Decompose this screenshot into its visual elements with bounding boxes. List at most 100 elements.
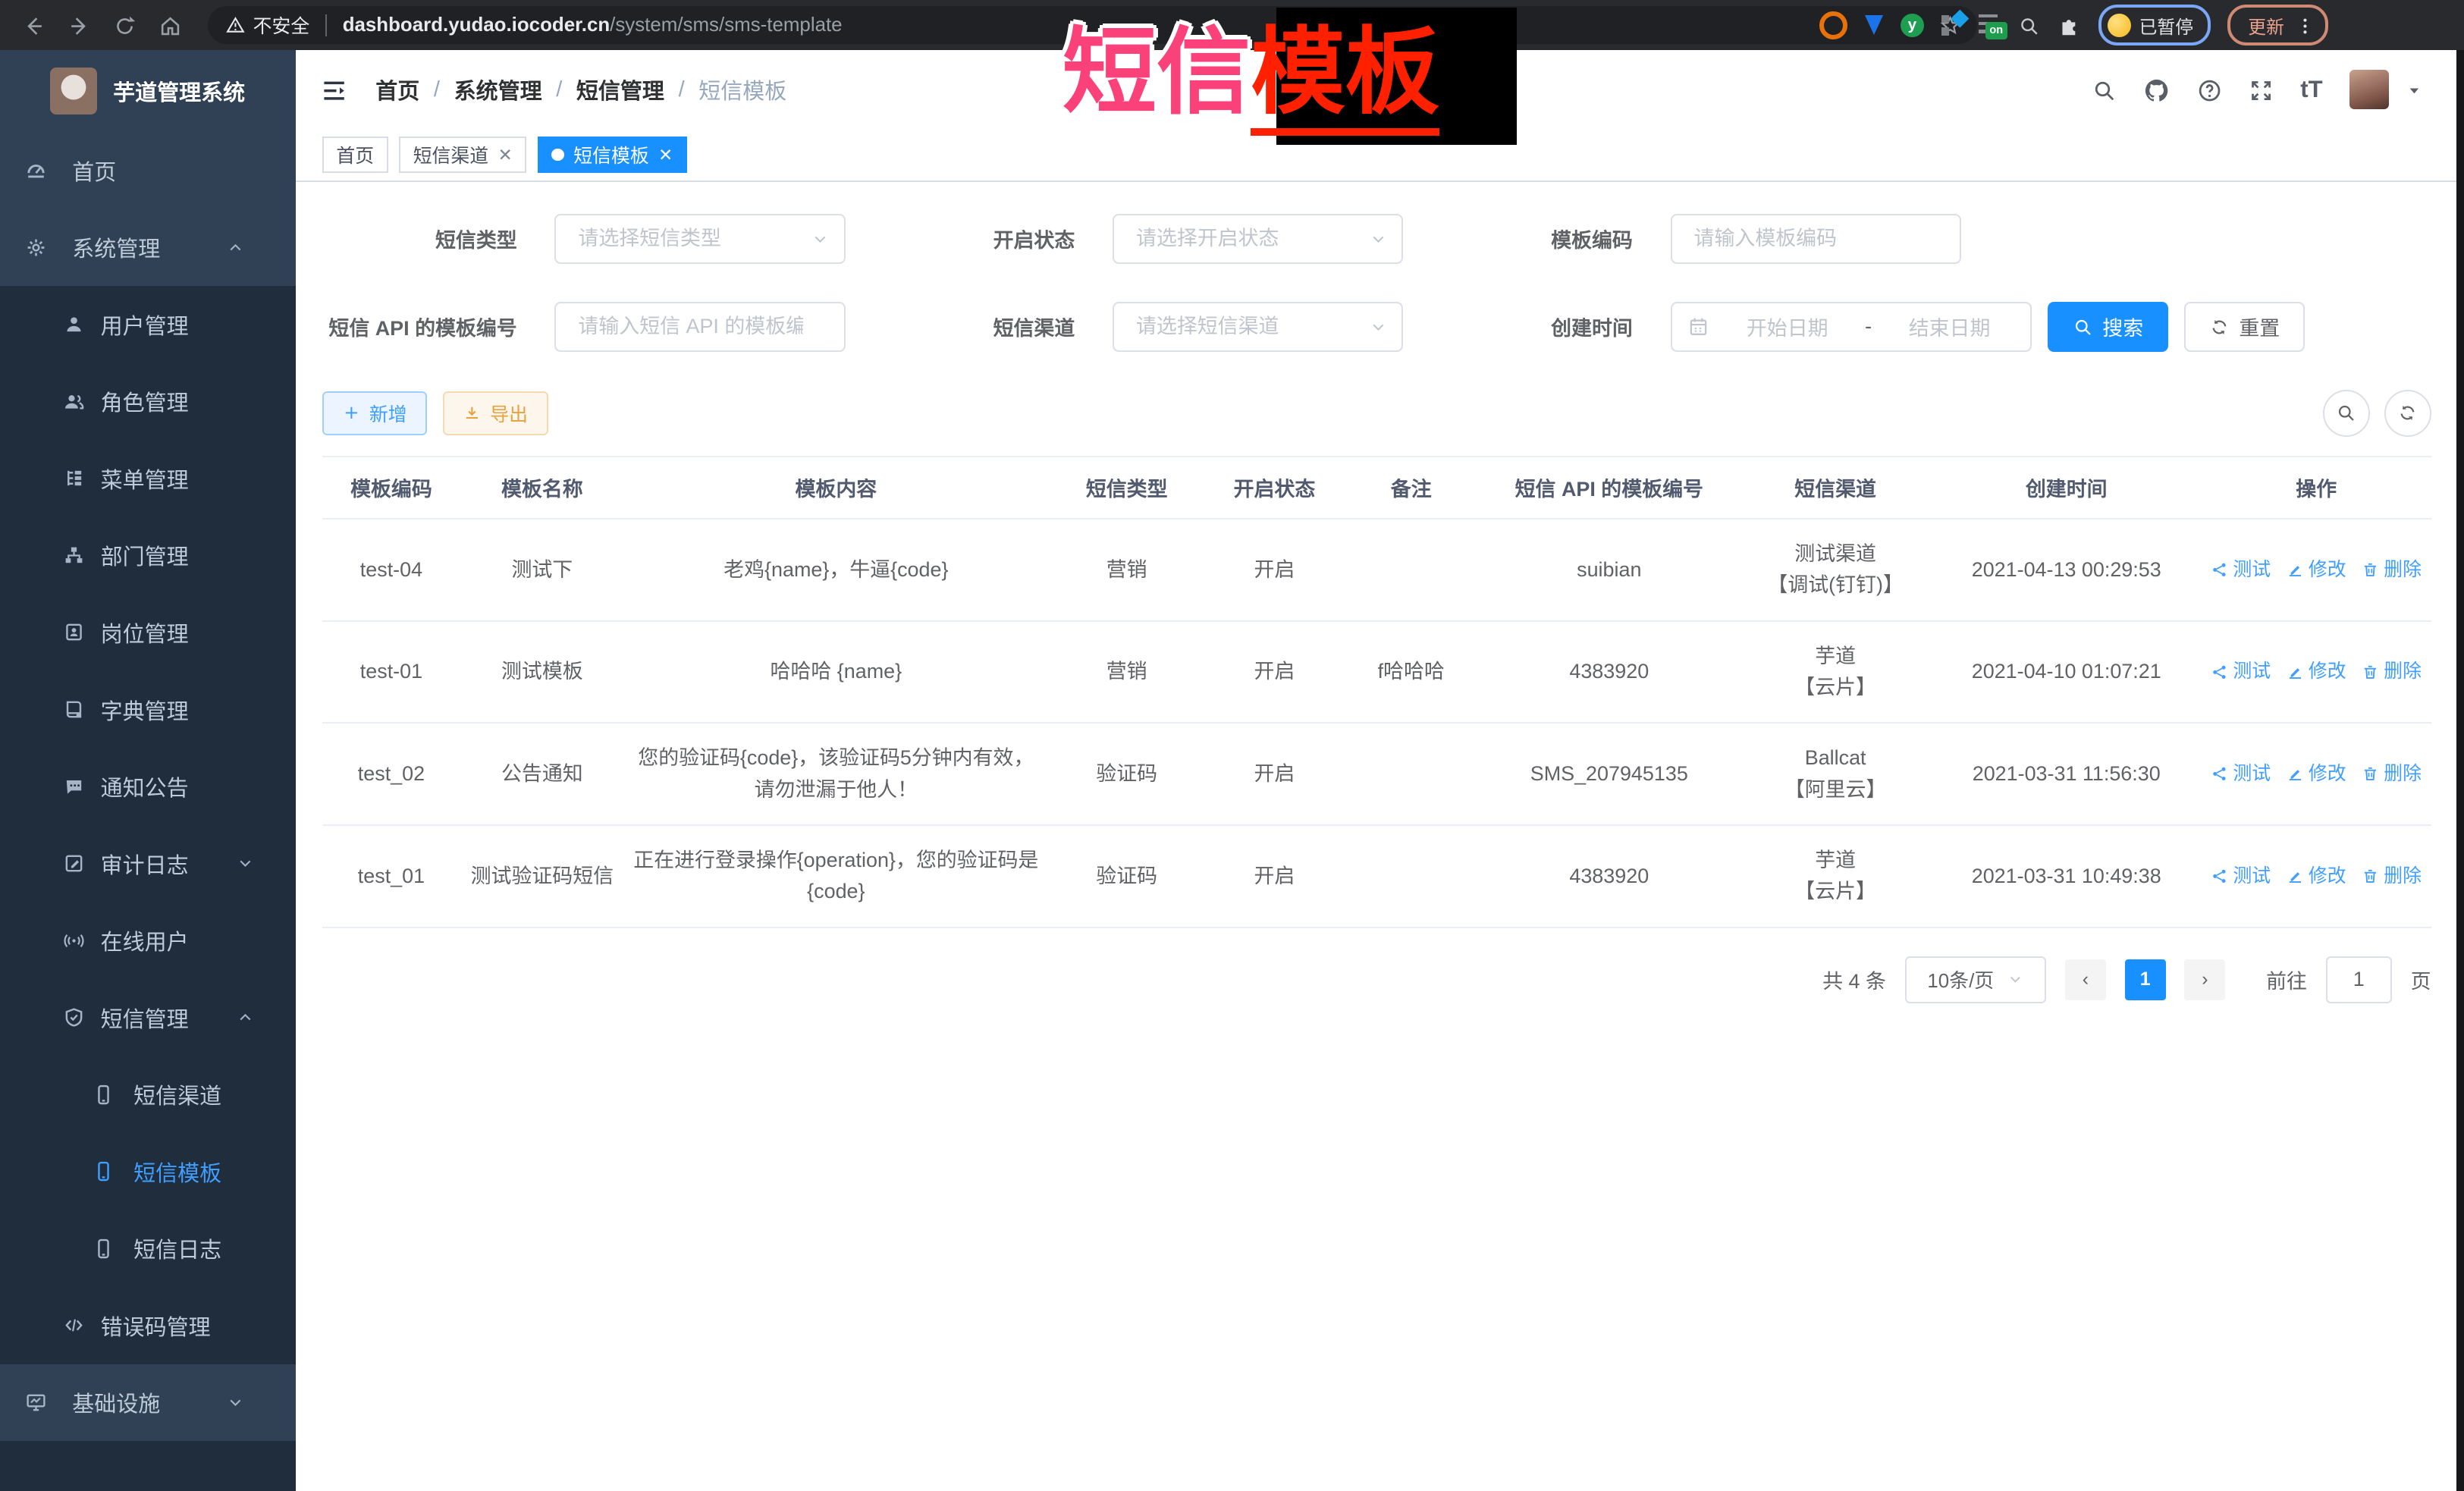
profile-paused-chip[interactable]: 已暂停 bbox=[2098, 5, 2211, 46]
export-button[interactable]: 导出 bbox=[443, 391, 548, 435]
close-icon[interactable]: ✕ bbox=[658, 145, 673, 165]
date-range-picker[interactable]: 开始日期 - 结束日期 bbox=[1671, 302, 2032, 352]
breadcrumb-item[interactable]: 系统管理 bbox=[454, 74, 542, 105]
security-indicator[interactable]: 不安全 bbox=[226, 11, 309, 39]
sidebar-item-system-management[interactable]: 系统管理 bbox=[0, 209, 296, 287]
next-page-button[interactable]: › bbox=[2184, 959, 2225, 1000]
font-size-icon[interactable]: tT bbox=[2300, 76, 2322, 103]
test-link[interactable]: 测试 bbox=[2211, 758, 2271, 789]
scrollbar[interactable] bbox=[2456, 50, 2464, 1491]
delete-link[interactable]: 删除 bbox=[2362, 861, 2422, 892]
sidebar-item-error-code[interactable]: 错误码管理 bbox=[0, 1287, 296, 1364]
sidebar-item-post-management[interactable]: 岗位管理 bbox=[0, 594, 296, 671]
search-icon bbox=[2336, 403, 2356, 423]
search-button[interactable]: 搜索 bbox=[2048, 302, 2168, 352]
github-icon[interactable] bbox=[2143, 75, 2170, 104]
sidebar-item-sms-template[interactable]: 短信模板 bbox=[0, 1133, 296, 1210]
filter-row-1: 短信类型 开启状态 模板编码 bbox=[322, 214, 2464, 264]
prev-page-button[interactable]: ‹ bbox=[2065, 959, 2106, 1000]
browser-forward-icon[interactable] bbox=[67, 11, 91, 39]
extension-y-icon[interactable]: y bbox=[1901, 14, 1924, 37]
modify-link[interactable]: 修改 bbox=[2287, 758, 2346, 789]
table-row: test_02 公告通知 您的验证码{code}，该验证码5分钟内有效，请勿泄漏… bbox=[322, 723, 2431, 825]
end-date-placeholder[interactable]: 结束日期 bbox=[1885, 312, 2015, 341]
hide-search-button[interactable] bbox=[2323, 390, 2370, 437]
table-toolbar: 新增 导出 bbox=[322, 390, 2431, 437]
modify-link[interactable]: 修改 bbox=[2287, 656, 2346, 687]
col-header: 备注 bbox=[1344, 457, 1479, 519]
sidebar-item-role-management[interactable]: 角色管理 bbox=[0, 363, 296, 441]
caret-down-icon[interactable] bbox=[2406, 75, 2423, 104]
template-code-input[interactable] bbox=[1672, 227, 1960, 250]
sidebar-item-menu-management[interactable]: 菜单管理 bbox=[0, 440, 296, 517]
sidebar-logo-row[interactable]: 芋道管理系统 bbox=[0, 50, 296, 132]
start-date-placeholder[interactable]: 开始日期 bbox=[1722, 312, 1853, 341]
tab-sms-channel[interactable]: 短信渠道 ✕ bbox=[399, 137, 526, 173]
fullscreen-icon[interactable] bbox=[2249, 75, 2274, 104]
goto-page-input[interactable] bbox=[2326, 956, 2392, 1003]
edit-icon bbox=[2287, 765, 2304, 783]
breadcrumb-separator: / bbox=[679, 77, 685, 102]
test-link[interactable]: 测试 bbox=[2211, 861, 2271, 892]
browser-menu-kebab-icon[interactable] bbox=[2295, 14, 2315, 36]
refresh-table-button[interactable] bbox=[2384, 390, 2431, 437]
extension-ring-icon[interactable] bbox=[1819, 11, 1847, 39]
template-code-field[interactable] bbox=[1671, 214, 1961, 264]
reset-button[interactable]: 重置 bbox=[2184, 302, 2305, 352]
sidebar-collapse-icon[interactable] bbox=[321, 75, 347, 104]
status-input[interactable] bbox=[1114, 227, 1401, 250]
sidebar-item-label: 错误码管理 bbox=[101, 1310, 211, 1342]
sms-type-input[interactable] bbox=[556, 227, 843, 250]
user-avatar[interactable] bbox=[2349, 70, 2389, 109]
test-link[interactable]: 测试 bbox=[2211, 656, 2271, 687]
sidebar-item-notice[interactable]: 通知公告 bbox=[0, 748, 296, 825]
extensions-puzzle-icon[interactable] bbox=[2058, 11, 2081, 39]
tab-home[interactable]: 首页 bbox=[322, 137, 388, 173]
sidebar-item-user-management[interactable]: 用户管理 bbox=[0, 286, 296, 363]
extension-pin-icon[interactable] bbox=[1865, 15, 1883, 35]
sidebar-item-label: 岗位管理 bbox=[101, 617, 189, 648]
delete-link[interactable]: 删除 bbox=[2362, 656, 2422, 687]
test-link[interactable]: 测试 bbox=[2211, 554, 2271, 585]
api-template-id-input[interactable] bbox=[556, 315, 843, 338]
sidebar-item-audit-log[interactable]: 审计日志 bbox=[0, 825, 296, 902]
date-separator: - bbox=[1865, 315, 1872, 338]
extension-magnifier-icon[interactable] bbox=[2018, 11, 2040, 39]
sms-type-select[interactable] bbox=[554, 214, 845, 264]
channel-select[interactable] bbox=[1113, 302, 1403, 352]
browser-home-icon[interactable] bbox=[159, 11, 182, 39]
browser-back-icon[interactable] bbox=[22, 11, 46, 39]
delete-link[interactable]: 删除 bbox=[2362, 554, 2422, 585]
sidebar-item-online-users[interactable]: 在线用户 bbox=[0, 902, 296, 979]
sidebar-item-dept-management[interactable]: 部门管理 bbox=[0, 517, 296, 595]
api-template-id-field[interactable] bbox=[554, 302, 845, 352]
page-1-button[interactable]: 1 bbox=[2125, 959, 2166, 1000]
sidebar-item-sms-channel[interactable]: 短信渠道 bbox=[0, 1056, 296, 1133]
extension-list-on-icon[interactable]: on bbox=[1979, 14, 2001, 36]
modify-link[interactable]: 修改 bbox=[2287, 861, 2346, 892]
add-button[interactable]: 新增 bbox=[322, 391, 428, 435]
close-icon[interactable]: ✕ bbox=[498, 145, 513, 165]
sidebar-item-sms-log[interactable]: 短信日志 bbox=[0, 1210, 296, 1287]
breadcrumb-item[interactable]: 短信管理 bbox=[576, 74, 664, 105]
browser-update-chip[interactable]: 更新 bbox=[2227, 5, 2327, 46]
filter-status: 开启状态 bbox=[880, 214, 1403, 264]
sidebar-item-sms-management[interactable]: 短信管理 bbox=[0, 979, 296, 1056]
search-icon[interactable] bbox=[2092, 75, 2117, 104]
extension-grid-icon[interactable] bbox=[1941, 15, 1962, 36]
sidebar-item-dict-management[interactable]: 字典管理 bbox=[0, 671, 296, 749]
channel-input[interactable] bbox=[1114, 315, 1401, 338]
delete-link[interactable]: 删除 bbox=[2362, 758, 2422, 789]
phone-icon bbox=[93, 1238, 115, 1260]
browser-reload-icon[interactable] bbox=[113, 11, 137, 39]
breadcrumb-item[interactable]: 首页 bbox=[375, 74, 419, 105]
cell-channel: 测试渠道【调试(钉钉)】 bbox=[1740, 519, 1932, 621]
sidebar-item-infrastructure[interactable]: 基础设施 bbox=[0, 1364, 296, 1442]
page-size-select[interactable]: 10条/页 bbox=[1905, 956, 2046, 1003]
sidebar-item-home[interactable]: 首页 bbox=[0, 132, 296, 209]
tab-sms-template[interactable]: 短信模板 ✕ bbox=[538, 137, 687, 173]
help-icon[interactable] bbox=[2197, 75, 2222, 104]
modify-link[interactable]: 修改 bbox=[2287, 554, 2346, 585]
cell-remark bbox=[1344, 723, 1479, 825]
status-select[interactable] bbox=[1113, 214, 1403, 264]
